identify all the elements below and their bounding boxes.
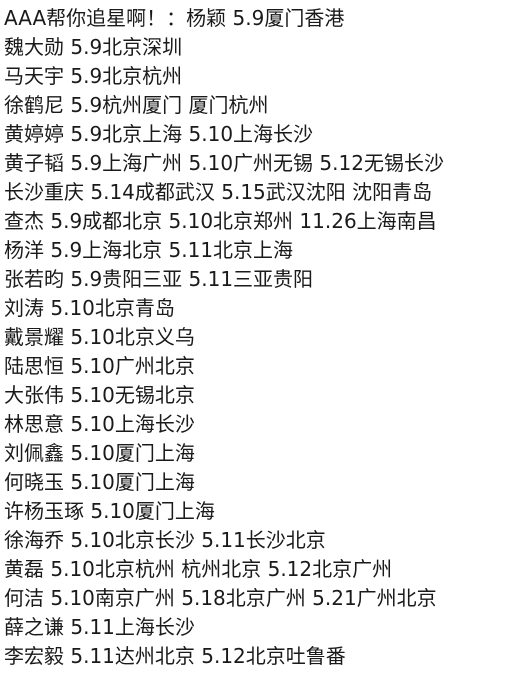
text-line-7: 长沙重庆 5.14成都武汉 5.15武汉沈阳 沈阳青岛 [4,180,433,204]
text-line-17: 何晓玉 5.10厦门上海 [4,470,195,494]
text-line-23: 李宏毅 5.11达州北京 5.12北京吐鲁番 [4,644,346,668]
text-line-2: 魏大勋 5.9北京深圳 [4,35,183,59]
text-line-1: AAA帮你追星啊！：杨颖 5.9厦门香港 [4,6,345,30]
text-line-21: 何洁 5.10南京广州 5.18北京广州 5.21广州北京 [4,586,437,610]
text-line-15: 林思意 5.10上海长沙 [4,412,195,436]
text-line-16: 刘佩鑫 5.10厦门上海 [4,441,195,465]
text-line-12: 戴景耀 5.10北京义乌 [4,325,195,349]
text-line-3: 马天宇 5.9北京杭州 [4,64,183,88]
text-document: AAA帮你追星啊！：杨颖 5.9厦门香港 魏大勋 5.9北京深圳 马天宇 5.9… [0,0,524,680]
text-line-9: 杨洋 5.9上海北京 5.11北京上海 [4,238,294,262]
text-line-20: 黄磊 5.10北京杭州 杭州北京 5.12北京广州 [4,557,393,581]
text-line-22: 薛之谦 5.11上海长沙 [4,615,195,639]
text-line-6: 黄子韬 5.9上海广州 5.10广州无锡 5.12无锡长沙 [4,151,444,175]
text-line-18: 许杨玉琢 5.10厦门上海 [4,499,215,523]
text-line-13: 陆思恒 5.10广州北京 [4,354,195,378]
text-line-19: 徐海乔 5.10北京长沙 5.11长沙北京 [4,528,326,552]
text-line-10: 张若昀 5.9贵阳三亚 5.11三亚贵阳 [4,267,314,291]
text-line-4: 徐鹤尼 5.9杭州厦门 厦门杭州 [4,93,269,117]
text-line-5: 黄婷婷 5.9北京上海 5.10上海长沙 [4,122,314,146]
text-line-8: 查杰 5.9成都北京 5.10北京郑州 11.26上海南昌 [4,209,437,233]
text-line-14: 大张伟 5.10无锡北京 [4,383,195,407]
text-line-11: 刘涛 5.10北京青岛 [4,296,175,320]
